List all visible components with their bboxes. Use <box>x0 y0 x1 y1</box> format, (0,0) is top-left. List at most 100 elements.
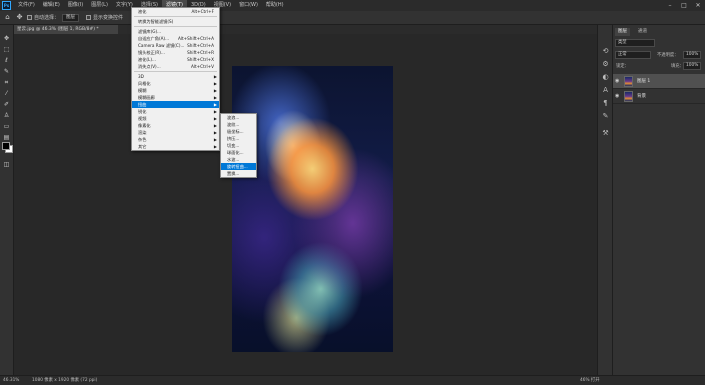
menu-layer[interactable]: 图层(L) <box>87 0 112 11</box>
submenu-arrow-icon: ▶ <box>213 109 217 114</box>
properties-icon[interactable]: ⚙ <box>601 60 610 69</box>
layer-row-background[interactable]: ◉ 背景 <box>613 89 705 104</box>
distort-submenu-item[interactable]: 球面化... <box>221 149 256 156</box>
tab-layers[interactable]: 图层 <box>615 28 630 36</box>
document-tab[interactable]: 星云.jpg @ 46.3% (图层 1, RGB/8#) * <box>14 25 118 34</box>
menu-help[interactable]: 帮助(H) <box>262 0 288 11</box>
filter-menu: 液化 Alt+Ctrl+F 转换为智能滤镜(S) 滤镜库(G)... 自适应广角(A).… <box>131 7 220 151</box>
distort-submenu-item[interactable]: 旋转扭曲... <box>221 163 256 170</box>
layer-kind-filter[interactable]: 类型 <box>615 39 655 47</box>
home-icon[interactable]: ⌂ <box>3 13 12 22</box>
history-icon[interactable]: ⟲ <box>601 47 610 56</box>
tools-panel: ✥ ⬚ ℓ ✎ ⌗ ⁄ ✐ ♙ ▭ ▤ ◫ <box>0 25 14 375</box>
menu-item-label: 置换... <box>227 171 240 176</box>
brush-settings-icon[interactable]: ✎ <box>601 112 610 121</box>
filter-menu-item[interactable]: 液化(L)... Shift+Ctrl+X <box>132 56 219 63</box>
adjustments-icon[interactable]: ◐ <box>601 73 610 82</box>
show-transform-label: 显示变换控件 <box>93 15 124 21</box>
filter-menu-item[interactable]: 杂色 ▶ <box>132 136 219 143</box>
maximize-icon[interactable]: □ <box>677 0 691 11</box>
filter-menu-item[interactable]: 扭曲 ▶ <box>132 101 219 108</box>
move-tool-icon[interactable]: ✥ <box>3 35 10 42</box>
filter-menu-item[interactable]: 模糊 ▶ <box>132 87 219 94</box>
auto-select-dropdown[interactable]: 图层 <box>62 13 80 22</box>
minimize-icon[interactable]: – <box>663 0 677 11</box>
menu-item-label: 转换为智能滤镜(S) <box>138 19 174 24</box>
distort-submenu-item[interactable]: 挤压... <box>221 135 256 142</box>
filter-menu-item[interactable]: 模糊画廊 ▶ <box>132 94 219 101</box>
filter-menu-item[interactable]: 锐化 ▶ <box>132 108 219 115</box>
filter-menu-item[interactable]: 渲染 ▶ <box>132 129 219 136</box>
visibility-eye-icon[interactable]: ◉ <box>615 93 621 99</box>
submenu-arrow-icon: ▶ <box>213 95 217 100</box>
filter-menu-item[interactable]: 其它 ▶ <box>132 143 219 150</box>
filter-menu-item[interactable]: 消失点(V)... Alt+Ctrl+V <box>132 63 219 70</box>
distort-submenu-item[interactable]: 水波... <box>221 156 256 163</box>
layer-thumbnail <box>624 91 633 102</box>
brush-tool-icon[interactable]: ✐ <box>3 101 10 108</box>
filter-menu-item[interactable]: 3D ▶ <box>132 73 219 80</box>
stamp-tool-icon[interactable]: ♙ <box>3 112 10 119</box>
filter-menu-item[interactable]: 液化 Alt+Ctrl+F <box>132 8 219 15</box>
close-icon[interactable]: ✕ <box>691 0 705 11</box>
distort-submenu-item[interactable]: 切变... <box>221 142 256 149</box>
filter-menu-item[interactable]: 镜头校正(R)... Shift+Ctrl+R <box>132 49 219 56</box>
filter-menu-item[interactable]: 转换为智能滤镜(S) <box>132 18 219 25</box>
menu-window[interactable]: 窗口(W) <box>235 0 262 11</box>
filter-menu-item[interactable]: 视频 ▶ <box>132 115 219 122</box>
tab-channels[interactable]: 通道 <box>635 28 650 36</box>
menu-item-label: 极坐标... <box>227 129 244 134</box>
foreground-color-swatch[interactable] <box>2 142 10 150</box>
galaxy-image[interactable] <box>232 66 393 352</box>
opacity-field[interactable]: 100% <box>683 51 701 59</box>
tool-presets-icon[interactable]: ⚒ <box>601 129 610 138</box>
eraser-tool-icon[interactable]: ▭ <box>3 123 10 130</box>
menu-item-shortcut: Shift+Ctrl+A <box>187 43 214 48</box>
layer-thumbnail <box>624 76 633 87</box>
distort-submenu-item[interactable]: 波浪... <box>221 114 256 121</box>
panel-icon-strip: ⟲ ⚙ ◐ A ¶ ✎ ⚒ <box>597 25 612 375</box>
filter-menu-item[interactable]: 风格化 ▶ <box>132 80 219 87</box>
menu-edit[interactable]: 编辑(E) <box>39 0 64 11</box>
menu-item-shortcut: Alt+Ctrl+F <box>191 9 214 14</box>
menu-image[interactable]: 图像(I) <box>64 0 87 11</box>
character-icon[interactable]: A <box>601 86 610 95</box>
menu-bar: Ps 文件(F) 编辑(E) 图像(I) 图层(L) 文字(Y) 选择(S) 滤… <box>0 0 705 11</box>
menu-separator <box>134 16 217 17</box>
marquee-tool-icon[interactable]: ⬚ <box>3 46 10 53</box>
blend-mode-select[interactable]: 正常 <box>615 51 651 59</box>
filter-menu-item[interactable]: 滤镜库(G)... <box>132 28 219 35</box>
visibility-eye-icon[interactable]: ◉ <box>615 78 621 84</box>
filter-menu-item[interactable]: Camera Raw 滤镜(C)... Shift+Ctrl+A <box>132 42 219 49</box>
opacity-label: 不透明度： <box>657 53 679 58</box>
crop-tool-icon[interactable]: ⌗ <box>3 79 10 86</box>
filter-menu-item[interactable]: 像素化 ▶ <box>132 122 219 129</box>
quick-mask-icon[interactable]: ◫ <box>3 161 10 168</box>
menu-separator <box>134 71 217 72</box>
submenu-arrow-icon: ▶ <box>213 130 217 135</box>
quick-select-tool-icon[interactable]: ✎ <box>3 68 10 75</box>
menu-item-label: 模糊画廊 <box>138 95 155 100</box>
filter-menu-item[interactable]: 自适应广角(A)... Alt+Shift+Ctrl+A <box>132 35 219 42</box>
show-transform-checkbox[interactable] <box>86 15 92 20</box>
distort-submenu-item[interactable]: 置换... <box>221 170 256 177</box>
paragraph-icon[interactable]: ¶ <box>601 99 610 108</box>
submenu-arrow-icon: ▶ <box>213 81 217 86</box>
menu-item-label: 渲染 <box>138 130 147 135</box>
menu-item-label: 波浪... <box>227 115 240 120</box>
menu-item-label: 液化(L)... <box>138 57 156 62</box>
menu-file[interactable]: 文件(F) <box>14 0 39 11</box>
zoom-level[interactable]: 46.31% <box>3 376 19 385</box>
fill-field[interactable]: 100% <box>683 62 701 70</box>
distort-submenu-item[interactable]: 极坐标... <box>221 128 256 135</box>
gradient-tool-icon[interactable]: ▤ <box>3 134 10 141</box>
canvas-area[interactable] <box>14 34 597 375</box>
menu-item-shortcut: Alt+Shift+Ctrl+A <box>177 36 214 41</box>
move-tool-icon[interactable]: ✥ <box>15 13 24 22</box>
distort-submenu-item[interactable]: 波纹... <box>221 121 256 128</box>
lasso-tool-icon[interactable]: ℓ <box>3 57 10 64</box>
menu-item-label: 自适应广角(A)... <box>138 36 170 41</box>
eyedropper-tool-icon[interactable]: ⁄ <box>3 90 10 97</box>
layer-row-layer1[interactable]: ◉ 图层 1 <box>613 74 705 89</box>
auto-select-checkbox[interactable] <box>27 15 32 20</box>
